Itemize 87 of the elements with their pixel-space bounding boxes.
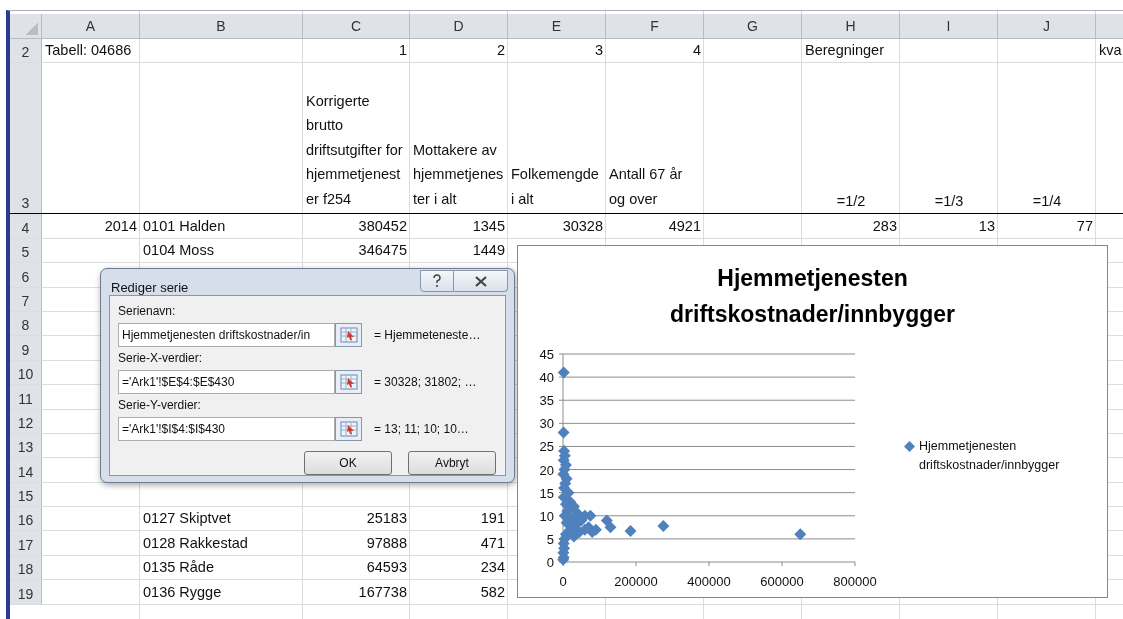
table-cell[interactable]: 346475: [303, 238, 410, 263]
table-cell[interactable]: 13: [900, 214, 998, 238]
y-tick-label: 10: [539, 508, 554, 524]
y-tick-label: 25: [539, 439, 554, 455]
table-cell[interactable]: 77: [998, 214, 1096, 238]
table-cell[interactable]: 30328: [508, 214, 606, 238]
close-icon: [473, 275, 488, 287]
field-label: Serie-X-verdier:: [118, 351, 204, 367]
table-cell[interactable]: 1: [303, 39, 410, 63]
table-cell[interactable]: Korrigerte brutto driftsutgifter for hjemmetjenester f254: [303, 63, 410, 214]
range-picker-button[interactable]: [335, 370, 362, 394]
value-preview: = 13; 11; 10; 10…: [374, 422, 469, 436]
y-tick-label: 45: [539, 347, 554, 362]
table-cell[interactable]: 25183: [303, 507, 410, 531]
y-tick-label: 40: [539, 370, 554, 386]
x-tick-label: 0: [559, 574, 567, 589]
input-field[interactable]: ='Ark1'!$E$4:$E$430: [118, 370, 335, 394]
table-cell[interactable]: Antall 67 år og over: [606, 63, 704, 214]
range-picker-button[interactable]: [335, 323, 362, 347]
column-header[interactable]: G: [704, 14, 802, 38]
table-cell[interactable]: 97888: [303, 531, 410, 555]
column-header[interactable]: J: [998, 14, 1096, 38]
close-button[interactable]: [454, 270, 508, 292]
table-cell[interactable]: 2: [410, 39, 508, 63]
table-cell[interactable]: Beregninger: [802, 39, 900, 63]
help-button[interactable]: [420, 270, 454, 292]
field-label: Serienavn:: [118, 304, 177, 320]
input-field[interactable]: Hjemmetjenesten driftskostnader/in: [118, 323, 335, 347]
y-tick-label: 35: [539, 393, 554, 409]
table-cell[interactable]: Tabell: 04686: [42, 39, 140, 63]
table-cell[interactable]: 234: [410, 555, 508, 580]
table-cell[interactable]: 0136 Rygge: [140, 580, 303, 604]
y-tick-label: 20: [539, 462, 554, 478]
field-label: Serie-Y-verdier:: [118, 398, 202, 414]
table-cell[interactable]: 0127 Skiptvet: [140, 507, 303, 531]
x-tick-label: 200000: [614, 574, 658, 589]
table-cell[interactable]: 380452: [303, 214, 410, 238]
x-tick-label: 800000: [833, 574, 877, 589]
x-tick-label: 600000: [760, 574, 804, 589]
table-cell[interactable]: 0128 Rakkestad: [140, 531, 303, 555]
table-cell[interactable]: 64593: [303, 555, 410, 580]
column-header[interactable]: E: [508, 14, 606, 38]
cancel-button[interactable]: Avbryt: [408, 451, 496, 475]
range-picker-icon: [339, 327, 358, 343]
column-header[interactable]: A: [42, 14, 140, 38]
column-header[interactable]: D: [410, 14, 508, 38]
column-header[interactable]: F: [606, 14, 704, 38]
dialog-title: Rediger serie: [111, 280, 189, 295]
chart-title: Hjemmetjenesten driftskostnader/innbygger: [669, 264, 956, 329]
table-cell[interactable]: 191: [410, 507, 508, 531]
range-picker-button[interactable]: [335, 417, 362, 441]
table-cell[interactable]: 283: [802, 214, 900, 238]
table-cell[interactable]: 3: [508, 39, 606, 63]
column-header[interactable]: C: [303, 14, 410, 38]
table-cell[interactable]: Folkemengde i alt: [508, 63, 606, 214]
y-tick-label: 30: [539, 416, 554, 432]
table-cell[interactable]: 0135 Råde: [140, 555, 303, 580]
column-header[interactable]: H: [802, 14, 900, 38]
ok-button[interactable]: OK: [304, 451, 392, 475]
y-tick-label: 15: [539, 485, 554, 501]
table-cell[interactable]: 582: [410, 580, 508, 604]
table-cell[interactable]: 471: [410, 531, 508, 555]
table-cell[interactable]: Mottakere av hjemmetjenester i alt: [410, 63, 508, 214]
value-preview: = 30328; 31802; …: [374, 375, 477, 389]
table-cell[interactable]: 167738: [303, 580, 410, 604]
range-picker-icon: [339, 421, 358, 437]
table-cell[interactable]: 1449: [410, 238, 508, 263]
legend-label: Hjemmetjenesten driftskostnader/innbygger: [919, 438, 1061, 474]
table-cell[interactable]: 2014: [42, 214, 140, 238]
table-cell[interactable]: 0101 Halden: [140, 214, 303, 238]
y-tick-label: 0: [546, 555, 554, 570]
table-cell[interactable]: =1/4: [998, 63, 1096, 214]
table-cell[interactable]: 4921: [606, 214, 704, 238]
table-cell[interactable]: 0104 Moss: [140, 238, 303, 263]
y-tick-label: 5: [546, 531, 554, 547]
table-cell[interactable]: 1345: [410, 214, 508, 238]
help-icon: [432, 274, 442, 288]
table-cell[interactable]: =1/3: [900, 63, 998, 214]
column-header[interactable]: I: [900, 14, 998, 38]
input-field[interactable]: ='Ark1'!$I$4:$I$430: [118, 417, 335, 441]
column-header[interactable]: B: [140, 14, 303, 38]
x-tick-label: 400000: [687, 574, 731, 589]
range-picker-icon: [339, 374, 358, 390]
table-cell[interactable]: 4: [606, 39, 704, 63]
table-cell[interactable]: kva: [1096, 39, 1123, 63]
value-preview: = Hjemmeteneste…: [374, 328, 481, 342]
table-cell[interactable]: =1/2: [802, 63, 900, 214]
